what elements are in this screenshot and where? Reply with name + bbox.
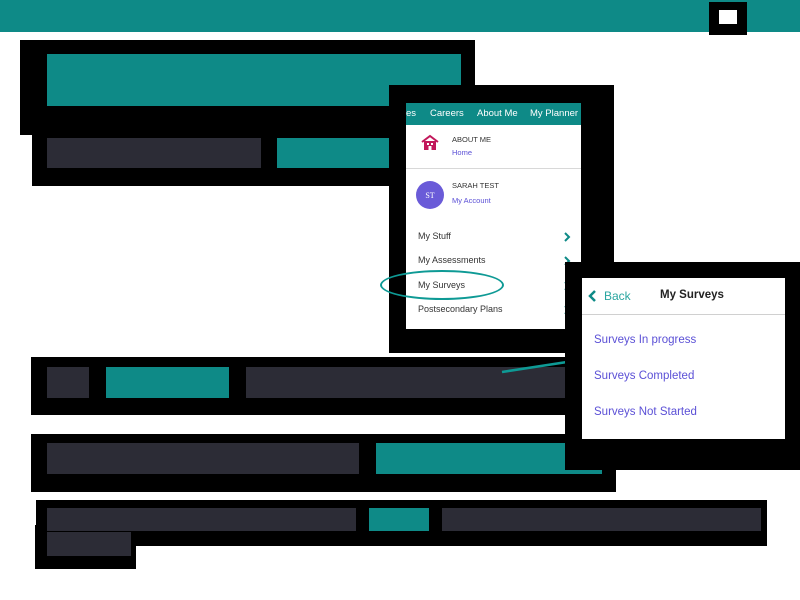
highlight-ellipse [380,270,504,300]
nav-item-partial[interactable]: es [406,108,416,119]
back-button[interactable]: Back [604,289,631,303]
menu-item-my-assessments[interactable]: My Assessments [418,255,486,265]
home-link[interactable]: Home [452,148,472,157]
about-me-title: ABOUT ME [452,135,492,144]
top-header-bar [0,0,800,32]
panel-title: My Surveys [660,289,724,301]
redacted-text-bar-5 [47,508,356,531]
house-icon [421,134,439,150]
chevron-right-icon [564,232,571,242]
divider [406,168,581,169]
user-name: SARAH TEST [452,181,499,190]
redacted-text-bar-1 [47,138,261,168]
my-account-link[interactable]: My Account [452,196,491,205]
surveys-not-started-link[interactable]: Surveys Not Started [594,406,697,418]
nav-item-careers[interactable]: Careers [430,108,464,119]
surveys-panel-header: Back My Surveys [582,278,785,315]
surveys-completed-link[interactable]: Surveys Completed [594,370,694,382]
redacted-text-bar-2 [47,367,89,398]
nav-item-my-planner[interactable]: My Planner [530,108,578,119]
redacted-text-bar-7 [47,532,131,556]
redacted-link-bar-4 [369,508,429,531]
redacted-link-bar-1 [277,138,397,168]
mobile-nav-bar: es Careers About Me My Planner [406,103,581,125]
surveys-panel: Back My Surveys Surveys In progress Surv… [582,278,785,439]
redacted-text-bar-6 [442,508,761,531]
avatar: ST [416,181,444,209]
nav-item-about-me[interactable]: About Me [477,108,518,119]
menu-item-my-stuff[interactable]: My Stuff [418,231,451,241]
window-icon[interactable] [709,2,747,35]
chevron-left-icon[interactable] [587,289,599,303]
surveys-in-progress-link[interactable]: Surveys In progress [594,334,696,346]
menu-item-postsecondary-plans[interactable]: Postsecondary Plans [418,304,503,314]
avatar-initials: ST [425,190,435,200]
redacted-text-bar-4 [47,443,359,474]
redacted-link-bar-2 [106,367,229,398]
